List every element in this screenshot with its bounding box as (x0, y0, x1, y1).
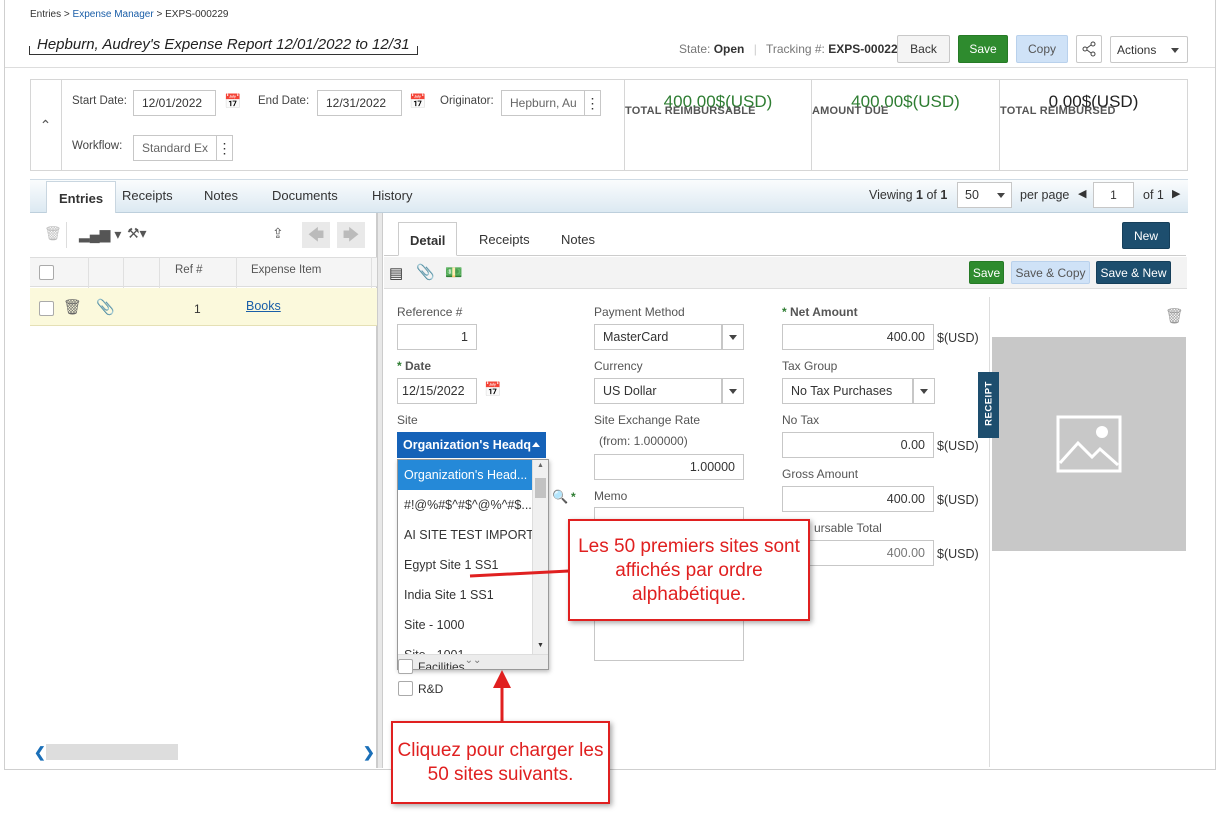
callout-load-next-50: Cliquez pour charger les 50 sites suivan… (391, 721, 610, 804)
callout-arrow-line (469, 569, 570, 578)
callout-first-50-sites: Les 50 premiers sites sont affichés par … (568, 519, 810, 621)
annotation-arrows (469, 569, 570, 722)
callout-arrowhead (493, 670, 511, 688)
